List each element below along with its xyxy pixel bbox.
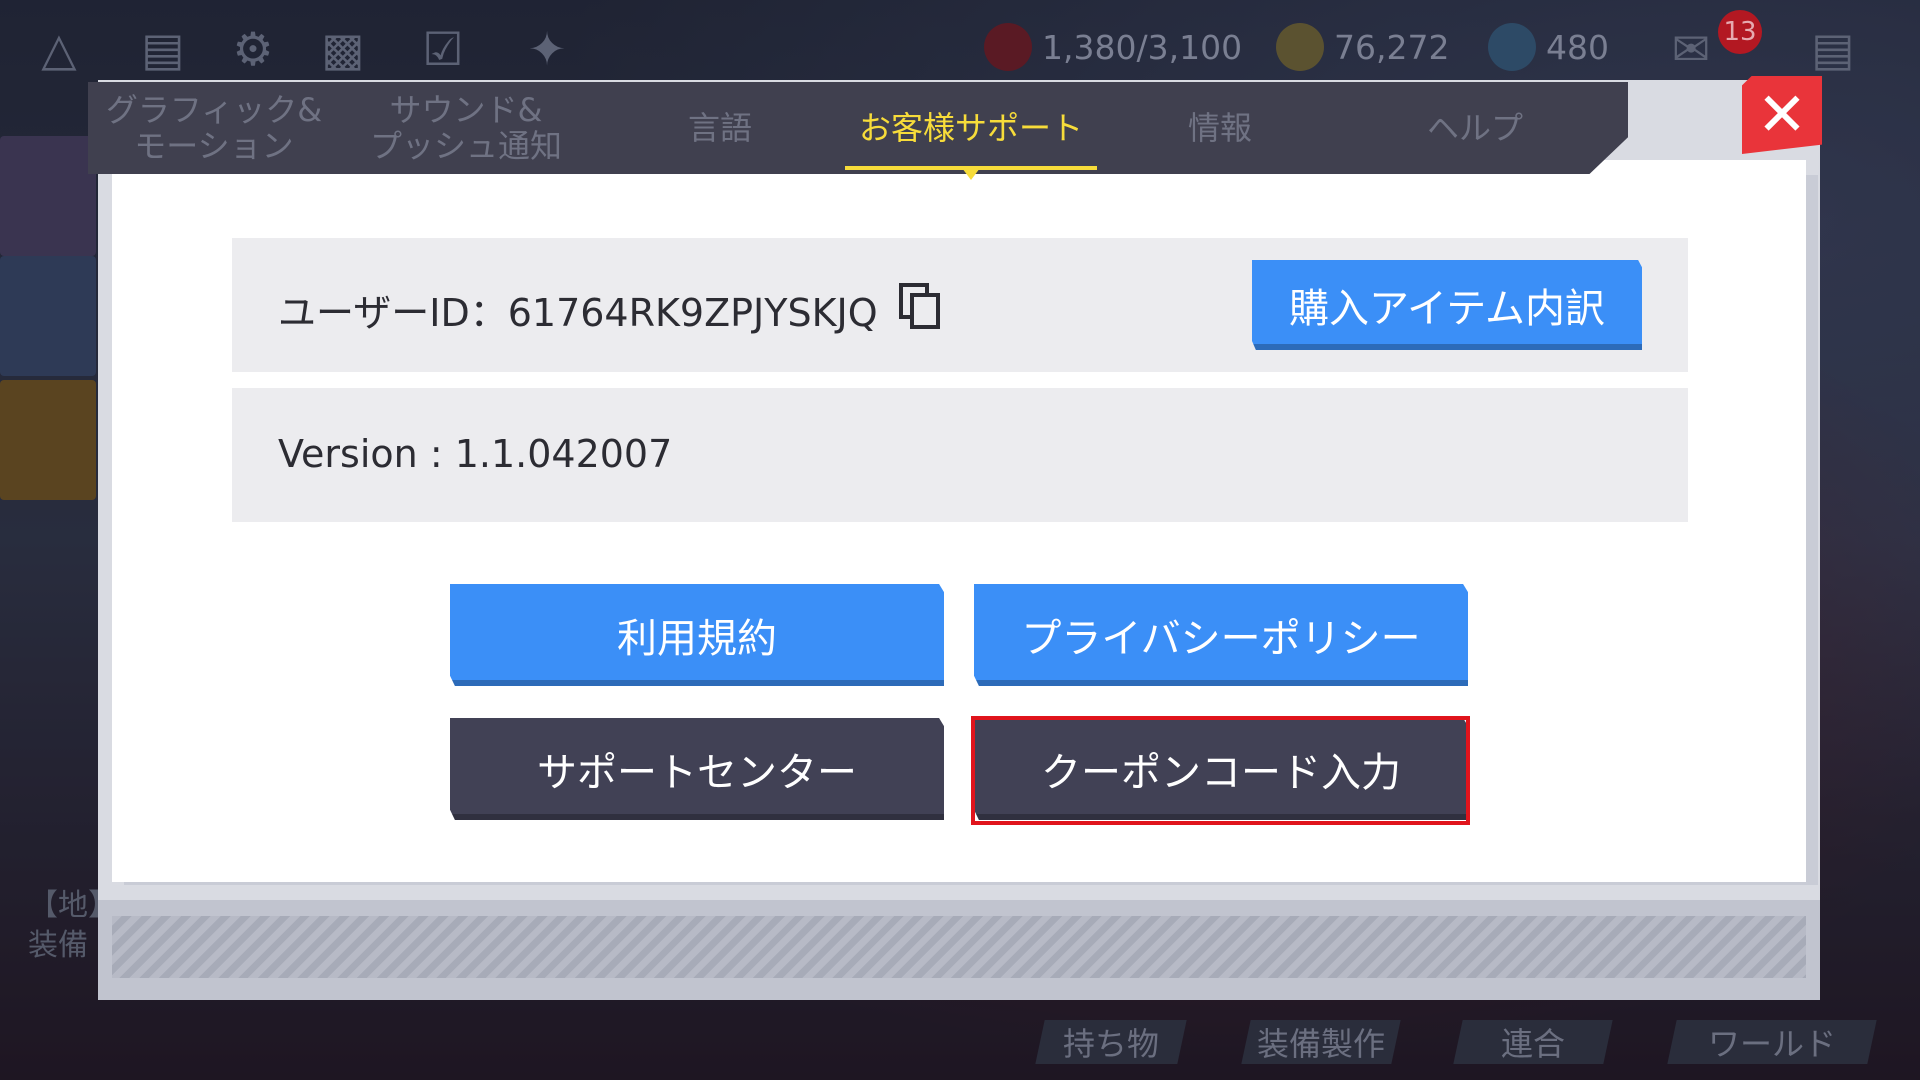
quest-icon: ▤ — [141, 22, 185, 76]
chat-icon: ▩ — [321, 22, 365, 76]
user-id-text: ユーザーID：61764RK9ZPJYSKJQ — [278, 282, 878, 337]
gold-value: 76,272 — [1334, 27, 1450, 67]
bell-icon: △ — [41, 22, 77, 76]
active-tab-arrow — [962, 168, 980, 180]
side-label: 装備 — [28, 928, 88, 963]
close-icon: ✕ — [1756, 80, 1808, 150]
tab-sound[interactable]: サウンド& プッシュ通知 — [360, 88, 572, 168]
mail-badge: 13 — [1718, 10, 1762, 54]
privacy-policy-button[interactable]: プライバシーポリシー — [974, 584, 1468, 686]
bottom-menu-inventory: 持ち物 — [1035, 1020, 1187, 1064]
support-center-button[interactable]: サポートセンター — [450, 718, 944, 820]
copy-icon[interactable] — [898, 282, 942, 330]
close-button[interactable]: ✕ — [1742, 76, 1822, 154]
twitter-icon: ✦ — [527, 22, 567, 76]
tab-info[interactable]: 情報 — [1150, 88, 1290, 168]
tab-graphics[interactable]: グラフィック& モーション — [98, 88, 330, 168]
stamina-display: 1,380/3,100 — [984, 22, 1242, 72]
terms-of-service-button[interactable]: 利用規約 — [450, 584, 944, 686]
side-card — [0, 136, 96, 256]
gold-display: 76,272 — [1276, 22, 1449, 72]
tab-customer-support[interactable]: お客様サポート — [845, 88, 1097, 168]
coupon-highlight-box — [971, 716, 1470, 825]
gem-display: 480 — [1488, 22, 1609, 72]
version-text: Version : 1.1.042007 — [278, 432, 672, 476]
gem-value: 480 — [1546, 27, 1609, 67]
gold-coin-icon — [1276, 23, 1324, 71]
user-id-value: 61764RK9ZPJYSKJQ — [507, 291, 878, 335]
tab-help[interactable]: ヘルプ — [1390, 88, 1560, 168]
dialog-footer-stripes — [112, 916, 1806, 978]
gem-icon — [1488, 23, 1536, 71]
side-card — [0, 256, 96, 376]
gear-icon: ⚙ — [232, 22, 274, 76]
stamina-icon — [984, 23, 1032, 71]
user-id-label: ユーザーID： — [278, 291, 508, 335]
purchase-history-button[interactable]: 購入アイテム内訳 — [1252, 260, 1642, 350]
bottom-menu-crafting: 装備製作 — [1241, 1020, 1401, 1064]
tab-language[interactable]: 言語 — [650, 88, 790, 168]
version-value: 1.1.042007 — [454, 432, 673, 476]
side-card — [0, 380, 96, 500]
menu-chat-icon: ▤ — [1811, 22, 1855, 76]
bottom-menu-alliance: 連合 — [1453, 1020, 1613, 1064]
calendar-icon: ☑ — [422, 22, 464, 76]
version-label: Version : — [278, 432, 455, 476]
bottom-menu-world: ワールド — [1667, 1020, 1877, 1064]
mail-icon: ✉ — [1671, 22, 1711, 76]
stamina-value: 1,380/3,100 — [1042, 27, 1243, 67]
